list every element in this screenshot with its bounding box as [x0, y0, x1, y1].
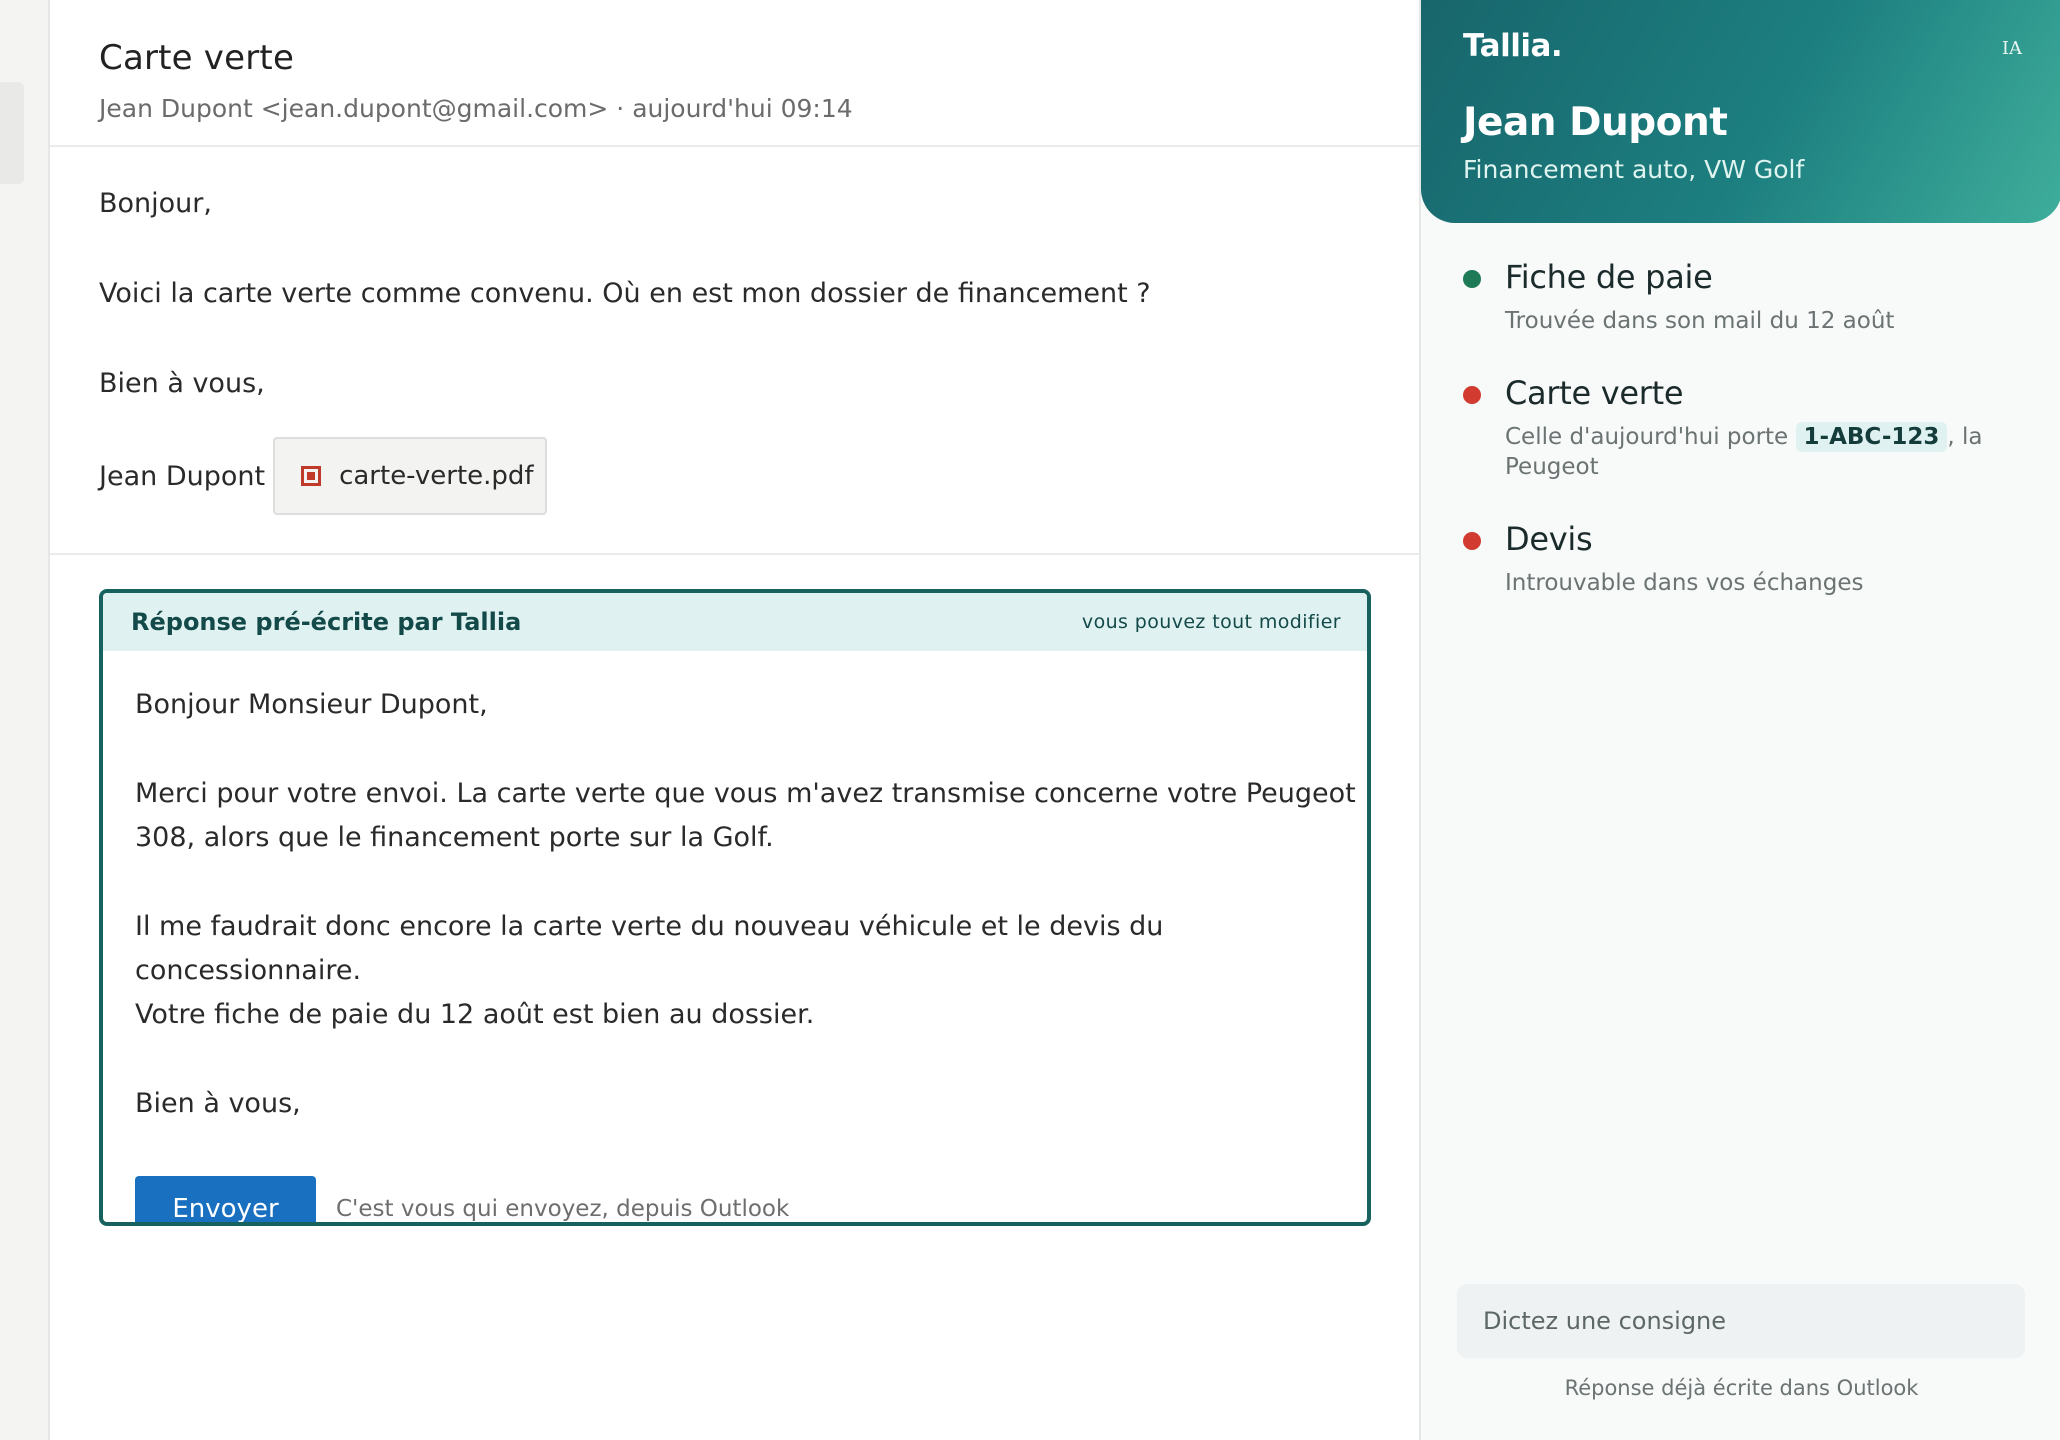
mail-signature: Jean Dupont [99, 460, 266, 492]
mail-closing: Bien à vous, [99, 368, 265, 399]
reply-paragraph-2-line-2: Votre fiche de paie du 12 août est bien … [135, 999, 815, 1030]
mail-sender-line: Jean Dupont <jean.dupont@gmail.com> · au… [99, 94, 853, 123]
brand-logo: Tallia. [1463, 28, 1563, 64]
reply-title: Réponse pré-écrite par Tallia [131, 608, 522, 636]
send-button[interactable]: Envoyer [135, 1176, 316, 1222]
status-dot-icon [1463, 532, 1481, 550]
client-name: Jean Dupont [1463, 100, 1728, 145]
checklist-item-title: Devis [1505, 520, 1593, 558]
checklist-item-title: Fiche de paie [1505, 258, 1713, 296]
status-dot-icon [1463, 270, 1481, 288]
attachment-chip[interactable]: carte-verte.pdf [273, 437, 548, 515]
checklist-item-carte-verte: Carte verte Celle d'aujourd'hui porte 1-… [1463, 374, 2033, 482]
checklist-item-fiche-de-paie: Fiche de paie Trouvée dans son mail du 1… [1463, 258, 2033, 336]
reply-edit-hint: vous pouvez tout modifier [1081, 611, 1341, 633]
send-row: Envoyer C'est vous qui envoyez, depuis O… [135, 1176, 1367, 1222]
reply-closing: Bien à vous, [135, 1088, 301, 1119]
mail-header: Carte verte Jean Dupont <jean.dupont@gma… [50, 0, 1419, 147]
drafted-reply-card: Réponse pré-écrite par Tallia vous pouve… [99, 589, 1371, 1226]
checklist-item-description: Celle d'aujourd'hui porte 1-ABC-123, la … [1505, 422, 2033, 482]
collapsed-sidebar-tab[interactable] [0, 82, 24, 184]
checklist-item-description: Trouvée dans son mail du 12 août [1505, 308, 1895, 334]
outlook-status-note: Réponse déjà écrite dans Outlook [1564, 1376, 1919, 1400]
ia-badge: IA [2001, 38, 2022, 59]
reply-paragraph-1: Merci pour votre envoi. La carte verte q… [135, 772, 1367, 860]
reply-paragraph-1-line-2: 308, alors que le financement porte sur … [135, 822, 774, 853]
description-before: Celle d'aujourd'hui porte [1505, 424, 1796, 450]
reply-paragraph-2: Il me faudrait donc encore la carte vert… [135, 905, 1367, 1037]
attachment-filename: carte-verte.pdf [339, 461, 534, 491]
reply-editor[interactable]: Bonjour Monsieur Dupont, Merci pour votr… [103, 651, 1367, 1222]
license-plate-tag: 1-ABC-123 [1795, 422, 1948, 452]
checklist-item-description: Introuvable dans vos échanges [1505, 570, 1864, 596]
reply-greeting: Bonjour Monsieur Dupont, [135, 689, 488, 720]
assistant-header: Tallia. IA Jean Dupont Financement auto,… [1421, 0, 2060, 223]
left-gutter [0, 0, 50, 1440]
checklist-item-title: Carte verte [1505, 374, 1684, 412]
client-subtitle: Financement auto, VW Golf [1463, 155, 1805, 184]
send-note: C'est vous qui envoyez, depuis Outlook [336, 1195, 790, 1222]
status-dot-icon [1463, 386, 1481, 404]
reply-header: Réponse pré-écrite par Tallia vous pouve… [103, 593, 1367, 651]
reply-paragraph-1-line-1: Merci pour votre envoi. La carte verte q… [135, 778, 1356, 809]
mail-subject: Carte verte [99, 38, 295, 78]
mail-reading-pane: Carte verte Jean Dupont <jean.dupont@gma… [50, 0, 1419, 1440]
mail-message: Voici la carte verte comme convenu. Où e… [99, 278, 1151, 309]
mail-greeting: Bonjour, [99, 188, 212, 219]
signature-row: Jean Dupont carte-verte.pdf [99, 437, 1419, 515]
pdf-file-icon [301, 466, 322, 486]
assistant-panel: Tallia. IA Jean Dupont Financement auto,… [1419, 0, 2060, 1440]
dictate-instruction-input[interactable]: Dictez une consigne [1457, 1284, 2025, 1358]
reply-paragraph-2-line-1: Il me faudrait donc encore la carte vert… [135, 911, 1164, 986]
mail-body: Bonjour, Voici la carte verte comme conv… [50, 147, 1419, 555]
checklist-item-devis: Devis Introuvable dans vos échanges [1463, 520, 2033, 598]
document-checklist: Fiche de paie Trouvée dans son mail du 1… [1463, 258, 2033, 636]
